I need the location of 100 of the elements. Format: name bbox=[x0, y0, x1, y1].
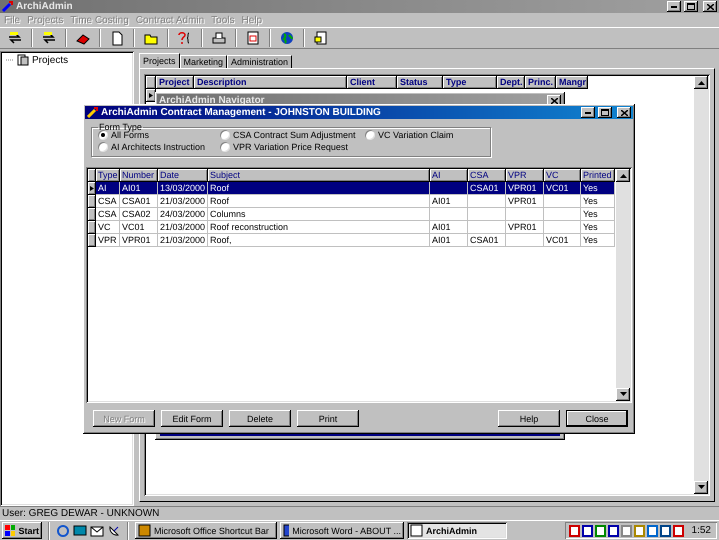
row-selector[interactable] bbox=[88, 208, 96, 221]
close-button[interactable] bbox=[617, 107, 631, 118]
column-header[interactable]: Dept. bbox=[497, 76, 525, 89]
minimize-icon bbox=[671, 6, 677, 8]
globe-icon bbox=[279, 30, 295, 46]
tray-icon[interactable] bbox=[660, 524, 671, 536]
minimize-button[interactable] bbox=[667, 1, 681, 12]
mail-icon[interactable] bbox=[90, 524, 104, 538]
dialog-title: ArchiAdmin Contract Management - JOHNSTON BUILDING bbox=[101, 107, 382, 118]
maximize-button[interactable] bbox=[684, 1, 698, 12]
column-header[interactable]: VPR bbox=[506, 169, 544, 182]
column-header[interactable]: Project bbox=[156, 76, 194, 89]
table-cell: Yes bbox=[581, 221, 615, 234]
maximize-button[interactable] bbox=[598, 107, 612, 118]
dialog-button[interactable]: Print bbox=[297, 410, 359, 427]
minimize-icon bbox=[585, 112, 591, 114]
row-selector[interactable] bbox=[88, 221, 96, 234]
tab[interactable]: Marketing bbox=[180, 55, 228, 68]
status-text: User: GREG DEWAR - UNKNOWN bbox=[2, 508, 160, 519]
table-cell: AI01 bbox=[430, 221, 468, 234]
row-selector[interactable] bbox=[146, 89, 156, 102]
table-cell: AI bbox=[96, 182, 120, 195]
scrollbar[interactable] bbox=[694, 76, 708, 494]
column-header[interactable]: Type bbox=[443, 76, 497, 89]
column-header[interactable]: Date bbox=[158, 169, 208, 182]
tree-item[interactable]: Projects bbox=[32, 54, 68, 66]
column-header[interactable]: Status bbox=[397, 76, 443, 89]
table-cell: VC01 bbox=[544, 182, 581, 195]
column-header[interactable]: Client bbox=[347, 76, 397, 89]
radio-option[interactable]: AI Architects Instruction bbox=[98, 141, 206, 153]
radio-option[interactable]: CSA Contract Sum Adjustment bbox=[220, 129, 356, 141]
table-cell: VPR01 bbox=[506, 221, 544, 234]
close-icon bbox=[550, 98, 558, 104]
column-header[interactable]: Mangr bbox=[556, 76, 588, 89]
down-arrow-icon bbox=[698, 485, 704, 490]
scroll-down-button[interactable] bbox=[616, 388, 630, 401]
table-cell: CSA bbox=[96, 195, 120, 208]
table-cell: CSA01 bbox=[120, 195, 158, 208]
window-title: ArchiAdmin bbox=[16, 1, 74, 12]
scroll-down-button[interactable] bbox=[694, 481, 708, 494]
taskbar-button[interactable]: ArchiAdmin bbox=[407, 522, 507, 539]
radio-option[interactable]: VPR Variation Price Request bbox=[220, 141, 348, 153]
radio-option[interactable]: VC Variation Claim bbox=[365, 129, 454, 141]
column-header[interactable]: Type bbox=[96, 169, 120, 182]
row-selector[interactable] bbox=[88, 195, 96, 208]
tab[interactable]: Projects bbox=[139, 53, 180, 68]
dialog-button[interactable]: Edit Form bbox=[161, 410, 223, 427]
table-cell: VPR01 bbox=[120, 234, 158, 247]
maximize-icon bbox=[601, 109, 609, 116]
tray-icon[interactable] bbox=[568, 524, 580, 536]
scroll-up-button[interactable] bbox=[616, 169, 630, 182]
column-header[interactable]: AI bbox=[430, 169, 468, 182]
table-cell: Roof, bbox=[208, 234, 430, 247]
table-cell: Columns bbox=[208, 208, 430, 221]
dialog-button[interactable]: Close bbox=[566, 410, 628, 427]
column-header[interactable]: Printed bbox=[581, 169, 615, 182]
column-header[interactable]: VC bbox=[544, 169, 581, 182]
taskbar-button[interactable]: Microsoft Office Shortcut Bar bbox=[135, 522, 277, 539]
table-cell: CSA01 bbox=[468, 182, 506, 195]
table-cell: 21/03/2000 bbox=[158, 221, 208, 234]
table-cell: Roof bbox=[208, 195, 430, 208]
tray-icon[interactable] bbox=[582, 524, 593, 536]
row-pointer-icon bbox=[148, 93, 154, 98]
row-pointer-icon bbox=[88, 186, 96, 191]
row-selector[interactable] bbox=[88, 169, 96, 182]
start-button[interactable]: Start bbox=[2, 522, 42, 539]
table-cell: VC bbox=[96, 221, 120, 234]
minimize-button[interactable] bbox=[581, 107, 595, 118]
scrollbar[interactable] bbox=[616, 169, 630, 401]
printer-icon bbox=[211, 30, 227, 46]
row-selector[interactable] bbox=[146, 76, 156, 89]
column-header[interactable]: CSA bbox=[468, 169, 506, 182]
table-cell: 21/03/2000 bbox=[158, 234, 208, 247]
scroll-up-button[interactable] bbox=[694, 76, 708, 89]
row-selector[interactable] bbox=[88, 182, 96, 195]
table-cell: Roof reconstruction bbox=[208, 221, 430, 234]
satellite-icon[interactable] bbox=[107, 524, 121, 538]
tab[interactable]: Administration bbox=[227, 55, 292, 68]
tray-icon[interactable] bbox=[672, 524, 684, 536]
browser-icon[interactable] bbox=[56, 524, 70, 538]
column-header[interactable]: Princ. bbox=[525, 76, 556, 89]
table-cell: VPR bbox=[96, 234, 120, 247]
taskbar-button[interactable]: Microsoft Word - ABOUT ... bbox=[280, 522, 404, 539]
column-header[interactable]: Number bbox=[120, 169, 158, 182]
tray-icon[interactable] bbox=[608, 524, 619, 536]
dialog-button[interactable]: Delete bbox=[229, 410, 291, 427]
close-button[interactable] bbox=[703, 1, 717, 12]
window-title: ArchiAdmin Navigator bbox=[159, 95, 266, 106]
app-icon bbox=[2, 1, 13, 12]
column-header[interactable]: Description bbox=[194, 76, 347, 89]
row-selector[interactable] bbox=[88, 234, 96, 247]
swap-icon bbox=[41, 30, 57, 46]
dialog-button[interactable]: Help bbox=[498, 410, 560, 427]
calendar-icon bbox=[245, 30, 261, 46]
table-cell: CSA01 bbox=[468, 234, 506, 247]
desktop-icon[interactable] bbox=[73, 524, 87, 538]
close-icon bbox=[706, 4, 714, 10]
tray-icon[interactable] bbox=[646, 524, 658, 536]
column-header[interactable]: Subject bbox=[208, 169, 430, 182]
table-cell: AI01 bbox=[430, 234, 468, 247]
